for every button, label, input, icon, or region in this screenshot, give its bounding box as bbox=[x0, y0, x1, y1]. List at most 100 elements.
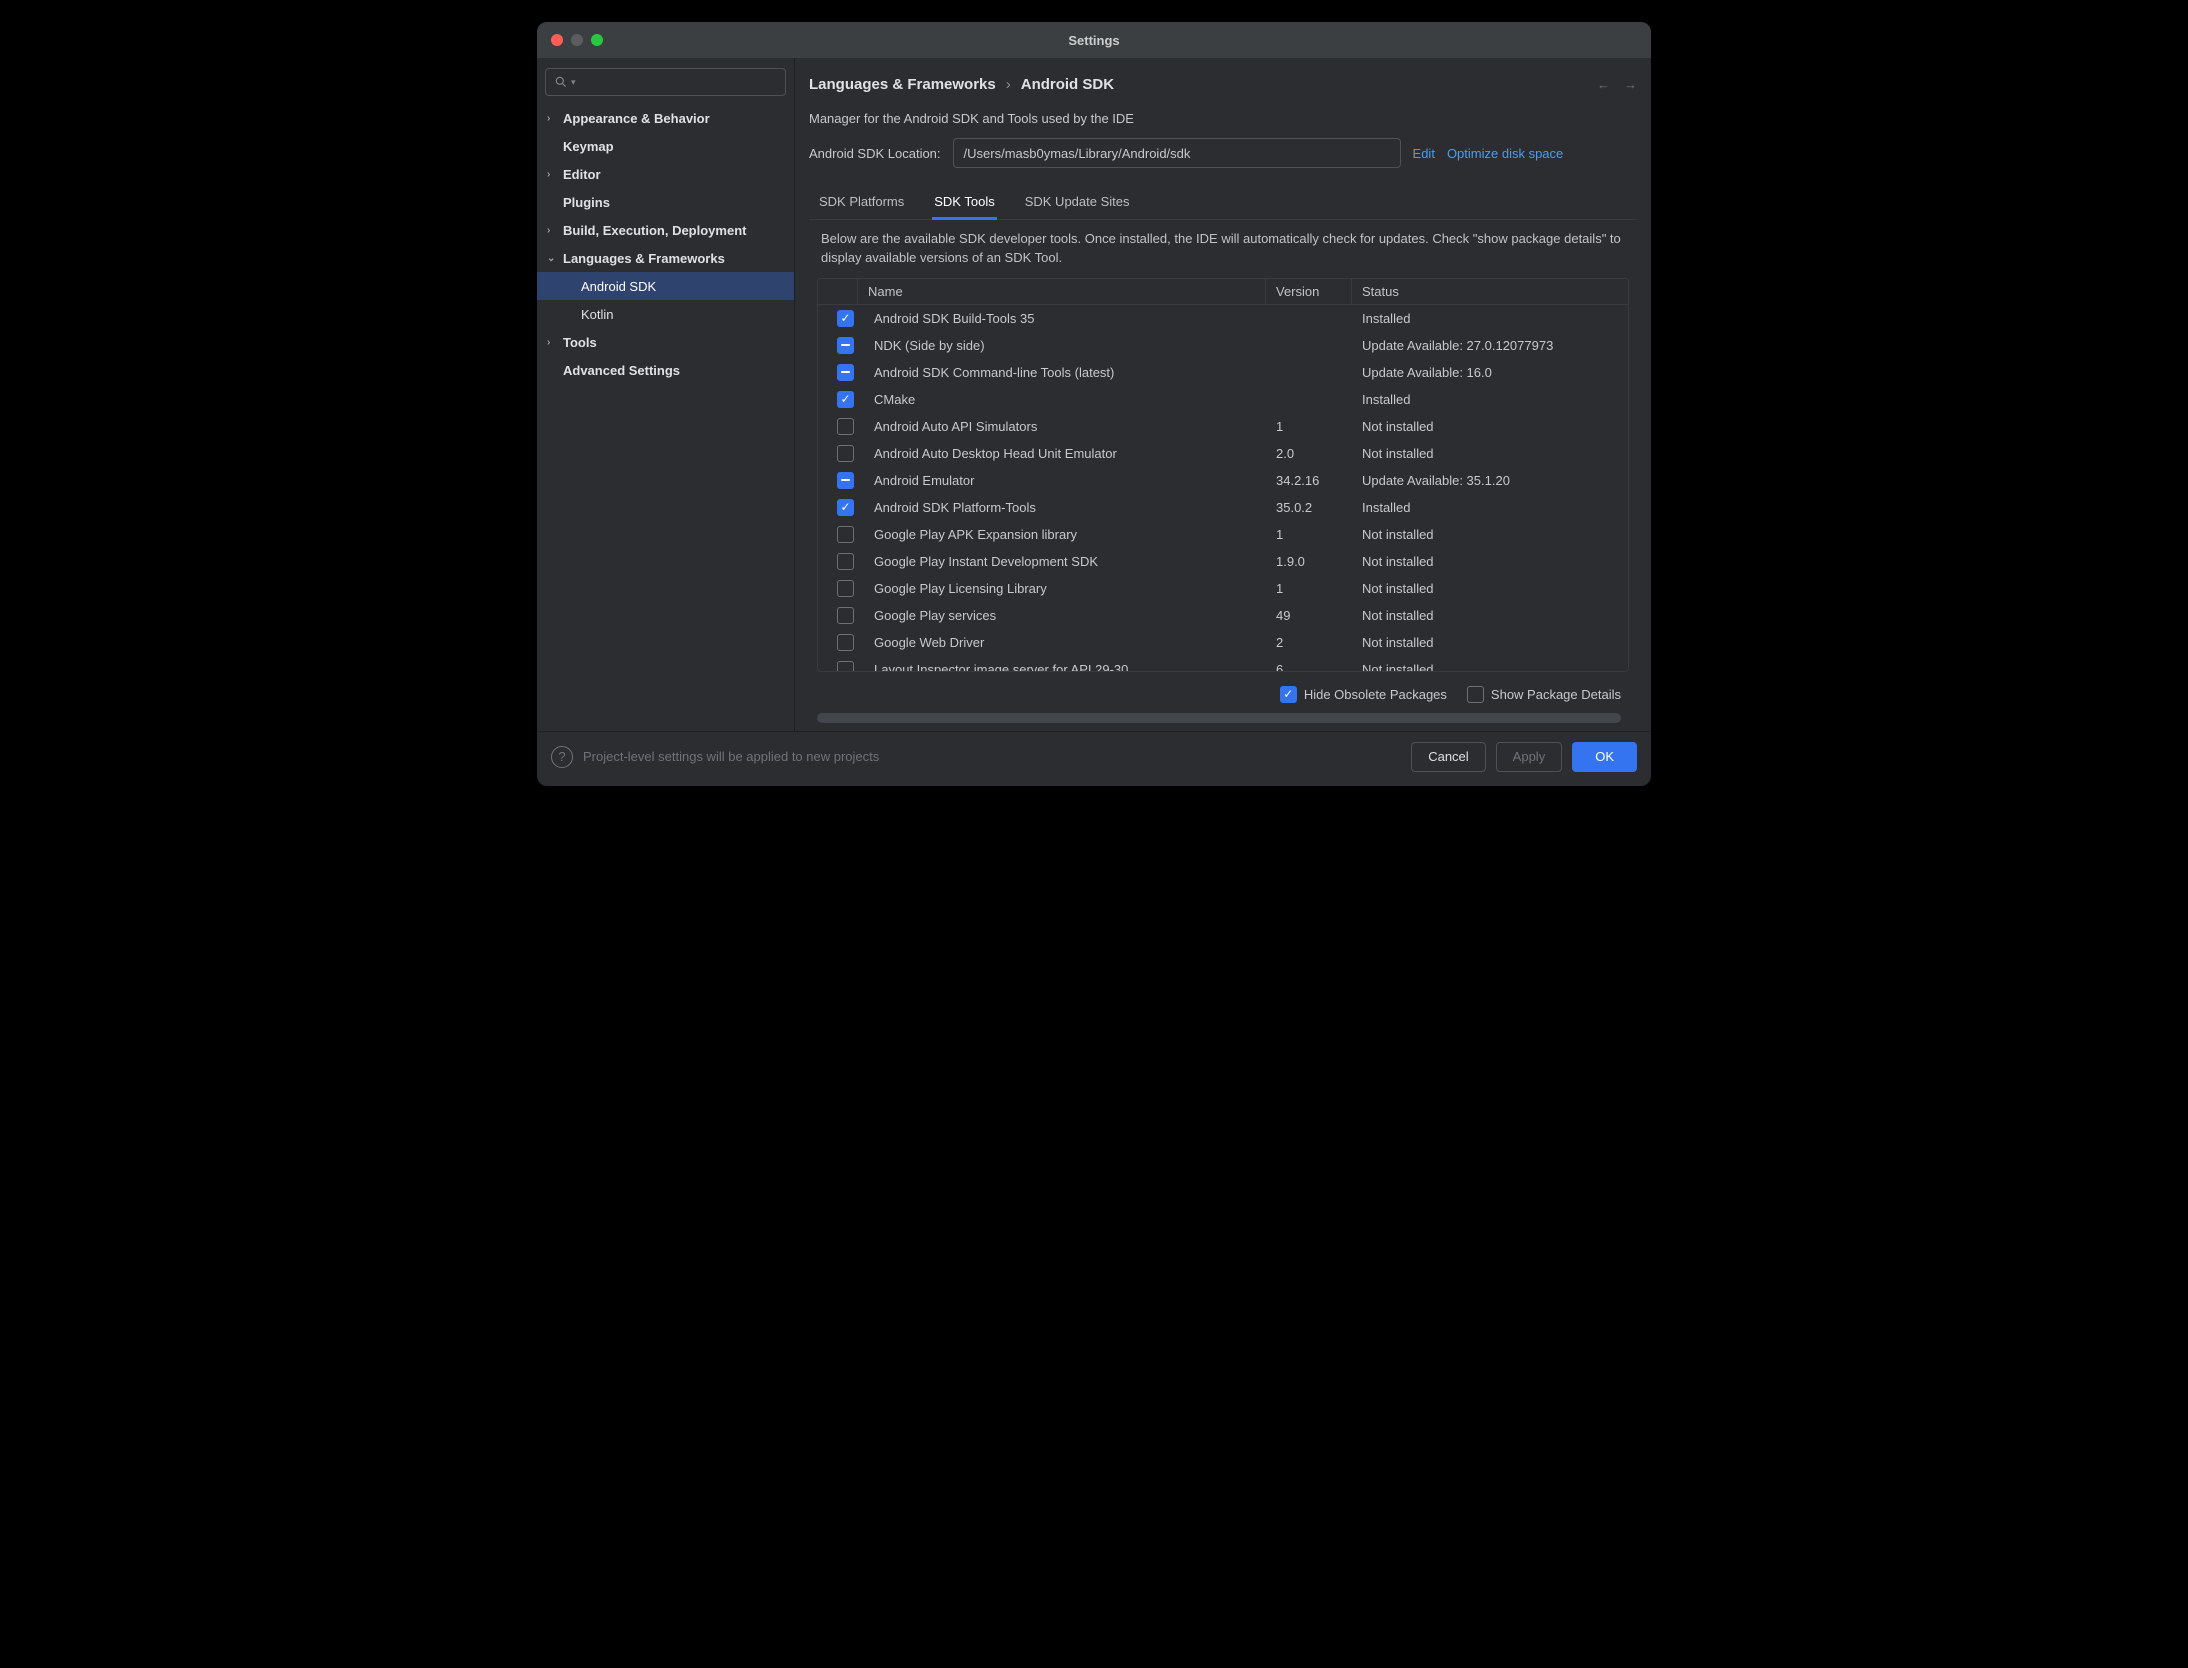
checkbox-icon[interactable] bbox=[837, 607, 854, 624]
cell-name: Google Play Licensing Library bbox=[868, 581, 1047, 596]
sidebar-item-label: Plugins bbox=[563, 195, 610, 210]
hide-obsolete-option[interactable]: ✓ Hide Obsolete Packages bbox=[1280, 686, 1447, 703]
settings-window: Settings ▾ ›Appearance & BehaviorKeymap›… bbox=[537, 22, 1651, 786]
cell-version: 1 bbox=[1266, 414, 1352, 439]
checkbox-icon[interactable] bbox=[837, 337, 854, 354]
sidebar-item-label: Advanced Settings bbox=[563, 363, 680, 378]
column-name[interactable]: Name bbox=[858, 279, 1266, 304]
table-options: ✓ Hide Obsolete Packages Show Package De… bbox=[809, 672, 1637, 713]
table-row[interactable]: Android Auto API Simulators1Not installe… bbox=[818, 413, 1628, 440]
cell-name: Google Web Driver bbox=[868, 635, 984, 650]
sidebar-item-languages-frameworks[interactable]: ⌄Languages & Frameworks bbox=[537, 244, 794, 272]
checkbox-icon[interactable] bbox=[837, 364, 854, 381]
tab-sdk-platforms[interactable]: SDK Platforms bbox=[817, 186, 906, 219]
horizontal-scrollbar[interactable] bbox=[817, 713, 1629, 723]
apply-button[interactable]: Apply bbox=[1496, 742, 1563, 772]
column-version[interactable]: Version bbox=[1266, 279, 1352, 304]
table-row[interactable]: Google Play Instant Development SDK 1.9.0… bbox=[818, 548, 1628, 575]
ok-button[interactable]: OK bbox=[1572, 742, 1637, 772]
table-row[interactable]: ✓CMakeInstalled bbox=[818, 386, 1628, 413]
cell-version bbox=[1266, 394, 1352, 404]
sdk-location-row: Android SDK Location: /Users/masb0ymas/L… bbox=[809, 138, 1637, 168]
checkbox-icon[interactable]: ✓ bbox=[837, 499, 854, 516]
sidebar-item-label: Build, Execution, Deployment bbox=[563, 223, 746, 238]
checkbox-icon[interactable] bbox=[837, 634, 854, 651]
checkbox-icon[interactable] bbox=[837, 661, 854, 671]
sidebar-item-appearance-behavior[interactable]: ›Appearance & Behavior bbox=[537, 104, 794, 132]
cell-name: Google Play Instant Development SDK bbox=[868, 554, 1098, 569]
checkbox-icon[interactable] bbox=[837, 472, 854, 489]
cell-name: Android SDK Platform-Tools bbox=[868, 500, 1036, 515]
checkbox-icon[interactable] bbox=[837, 526, 854, 543]
sidebar-item-label: Kotlin bbox=[581, 307, 614, 322]
table-row[interactable]: Android Auto Desktop Head Unit Emulator 2… bbox=[818, 440, 1628, 467]
cell-status: Installed bbox=[1352, 387, 1628, 412]
cell-name: Android Emulator bbox=[868, 473, 974, 488]
sidebar-item-label: Languages & Frameworks bbox=[563, 251, 725, 266]
chevron-right-icon: › bbox=[547, 169, 563, 180]
sidebar: ▾ ›Appearance & Behavior Keymap ›Editor Plu… bbox=[537, 58, 795, 731]
sdk-location-input[interactable]: /Users/masb0ymas/Library/Android/sdk bbox=[953, 138, 1401, 168]
sidebar-item-build-execution-deployment[interactable]: ›Build, Execution, Deployment bbox=[537, 216, 794, 244]
table-row[interactable]: ✓Android SDK Build-Tools 35Installed bbox=[818, 305, 1628, 332]
cell-status: Not installed bbox=[1352, 657, 1628, 671]
forward-icon[interactable]: → bbox=[1624, 77, 1637, 92]
checkbox-icon[interactable]: ✓ bbox=[837, 310, 854, 327]
table-row[interactable]: Layout Inspector image server for API 29… bbox=[818, 656, 1628, 671]
cell-name: Android SDK Command-line Tools (latest) bbox=[868, 365, 1114, 380]
cell-status: Not installed bbox=[1352, 630, 1628, 655]
optimize-link[interactable]: Optimize disk space bbox=[1447, 146, 1563, 161]
checkbox-icon[interactable] bbox=[837, 553, 854, 570]
cancel-button[interactable]: Cancel bbox=[1411, 742, 1485, 772]
sidebar-item-label: Tools bbox=[563, 335, 597, 350]
cell-status: Installed bbox=[1352, 495, 1628, 520]
checkbox-icon[interactable] bbox=[837, 418, 854, 435]
table-row[interactable]: Google Web Driver2Not installed bbox=[818, 629, 1628, 656]
sdk-table: Name Version Status ✓Android SDK Build-T… bbox=[817, 278, 1629, 672]
breadcrumb-parent[interactable]: Languages & Frameworks bbox=[809, 76, 996, 93]
edit-link[interactable]: Edit bbox=[1413, 146, 1435, 161]
sidebar-item-keymap[interactable]: Keymap bbox=[537, 132, 794, 160]
cell-version: 34.2.16 bbox=[1266, 468, 1352, 493]
table-row[interactable]: ✓ Android SDK Platform-Tools 35.0.2Install… bbox=[818, 494, 1628, 521]
search-input[interactable]: ▾ bbox=[545, 68, 786, 96]
dialog-footer: ? Project-level settings will be applied… bbox=[537, 731, 1651, 786]
sidebar-item-tools[interactable]: ›Tools bbox=[537, 328, 794, 356]
checkbox-icon[interactable] bbox=[837, 580, 854, 597]
cell-name: Android Auto Desktop Head Unit Emulator bbox=[868, 446, 1117, 461]
cell-version: 35.0.2 bbox=[1266, 495, 1352, 520]
cell-version: 1.9.0 bbox=[1266, 549, 1352, 574]
chevron-right-icon: › bbox=[547, 337, 563, 348]
checkbox-icon[interactable]: ✓ bbox=[837, 391, 854, 408]
table-row[interactable]: Google Play APK Expansion library1Not in… bbox=[818, 521, 1628, 548]
sidebar-item-advanced-settings[interactable]: Advanced Settings bbox=[537, 356, 794, 384]
cell-status: Update Available: 35.1.20 bbox=[1352, 468, 1628, 493]
tab-sdk-update-sites[interactable]: SDK Update Sites bbox=[1023, 186, 1132, 219]
help-icon[interactable]: ? bbox=[551, 746, 573, 768]
show-details-option[interactable]: Show Package Details bbox=[1467, 686, 1621, 703]
cell-status: Update Available: 27.0.12077973 bbox=[1352, 333, 1628, 358]
main-panel: Languages & Frameworks › Android SDK ← →… bbox=[795, 58, 1651, 731]
sidebar-item-android-sdk[interactable]: Android SDK bbox=[537, 272, 794, 300]
table-row[interactable]: Google Play services49Not installed bbox=[818, 602, 1628, 629]
cell-status: Not installed bbox=[1352, 603, 1628, 628]
cell-name: Layout Inspector image server for API 29… bbox=[868, 662, 1128, 671]
sidebar-item-label: Keymap bbox=[563, 139, 614, 154]
table-row[interactable]: Android SDK Command-line Tools (latest) U… bbox=[818, 359, 1628, 386]
tab-sdk-tools[interactable]: SDK Tools bbox=[932, 186, 996, 220]
sidebar-item-editor[interactable]: ›Editor bbox=[537, 160, 794, 188]
table-row[interactable]: Google Play Licensing Library1Not instal… bbox=[818, 575, 1628, 602]
column-status[interactable]: Status bbox=[1352, 279, 1628, 304]
table-row[interactable]: NDK (Side by side)Update Available: 27.0… bbox=[818, 332, 1628, 359]
cell-version: 2.0 bbox=[1266, 441, 1352, 466]
back-icon[interactable]: ← bbox=[1597, 77, 1610, 92]
checkbox-icon[interactable] bbox=[837, 445, 854, 462]
sidebar-item-plugins[interactable]: Plugins bbox=[537, 188, 794, 216]
cell-version: 49 bbox=[1266, 603, 1352, 628]
cell-status: Update Available: 16.0 bbox=[1352, 360, 1628, 385]
table-header: Name Version Status bbox=[818, 279, 1628, 305]
table-body[interactable]: ✓Android SDK Build-Tools 35InstalledNDK … bbox=[818, 305, 1628, 671]
sidebar-item-label: Android SDK bbox=[581, 279, 656, 294]
sidebar-item-kotlin[interactable]: Kotlin bbox=[537, 300, 794, 328]
table-row[interactable]: Android Emulator 34.2.16Update Available:… bbox=[818, 467, 1628, 494]
